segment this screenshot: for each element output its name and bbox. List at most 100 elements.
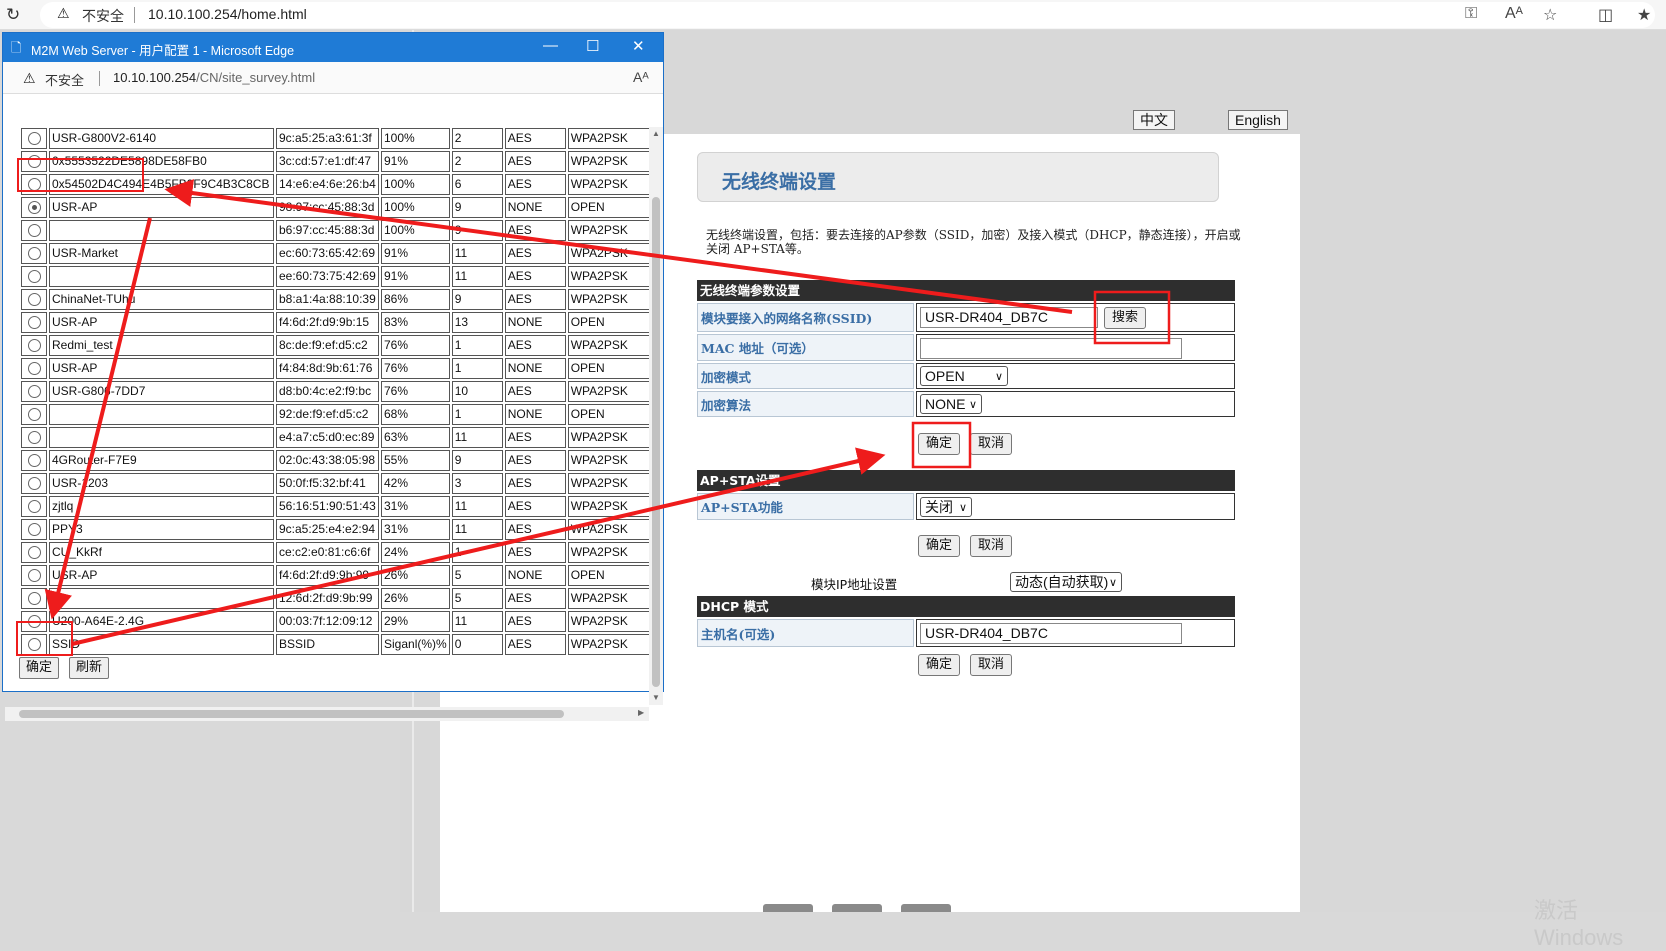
read-aloud-icon[interactable]: Aᴬ — [1505, 5, 1523, 23]
collections-icon[interactable]: ★ — [1637, 5, 1651, 25]
popup-confirm-button[interactable]: 确定 — [19, 657, 60, 679]
ip-mode-select[interactable]: 动态(自动获取) ∨ — [1010, 572, 1122, 592]
network-radio[interactable] — [27, 385, 41, 399]
network-row[interactable]: Redmi_test 8c:de:f9:ef:d5:c2 76% 1 AES WPA2PS… — [21, 335, 660, 356]
minimize-icon[interactable]: — — [543, 37, 558, 54]
network-bssid: f4:84:8d:9b:61:76 — [276, 358, 379, 379]
network-row[interactable]: USR-G806-7DD7 d8:b0:4c:e2:f9:bc 76% 10 AES WP… — [21, 381, 660, 402]
lang-chinese-button[interactable]: 中文 — [1133, 110, 1175, 130]
network-radio[interactable] — [27, 592, 41, 606]
network-row[interactable]: USR-Market ec:60:73:65:42:69 91% 11 AES WPA2P… — [21, 243, 660, 264]
network-radio[interactable] — [27, 201, 41, 215]
scroll-up-icon[interactable]: ▲ — [652, 129, 660, 138]
network-auth: WPA2PSK — [567, 473, 653, 494]
mac-input[interactable] — [920, 338, 1182, 359]
scroll-down-icon[interactable]: ▼ — [652, 693, 660, 702]
network-radio[interactable] — [27, 224, 41, 238]
network-radio[interactable] — [27, 270, 41, 284]
horizontal-scrollbar[interactable]: ▶ — [5, 707, 649, 721]
network-radio[interactable] — [27, 247, 41, 261]
network-radio[interactable] — [27, 178, 41, 192]
network-auth: WPA2PSK — [567, 128, 653, 149]
network-radio[interactable] — [27, 638, 41, 652]
network-row[interactable]: USR-AP 98:97:cc:45:88:3d 100% 9 NONE OPEN — [21, 197, 660, 218]
network-radio[interactable] — [27, 339, 41, 353]
close-icon[interactable]: ✕ — [632, 37, 645, 55]
apsta-cancel-button[interactable]: 取消 — [970, 535, 1013, 557]
dhcp-cancel-button[interactable]: 取消 — [970, 654, 1013, 676]
bottom-nav-tab[interactable] — [901, 904, 951, 912]
network-row[interactable]: ChinaNet-TUhu b8:a1:4a:88:10:39 86% 9 AES WPA… — [21, 289, 660, 310]
network-row[interactable]: e4:a7:c5:d0:ec:89 63% 11 AES WPA2PSK — [21, 427, 660, 448]
network-radio[interactable] — [27, 293, 41, 307]
favorites-icon[interactable]: ☆ — [1543, 5, 1557, 25]
network-row[interactable]: USR-G800V2-6140 9c:a5:25:a3:61:3f 100% 2 AES… — [21, 128, 660, 149]
network-radio[interactable] — [27, 132, 41, 146]
network-row[interactable]: USR-1203 50:0f:f5:32:bf:41 42% 3 AES WPA2PSK — [21, 473, 660, 494]
network-row[interactable]: 0x54502D4C494E4B5FB9F9C4B3C8CB 14:e6:e4:6… — [21, 174, 660, 195]
network-row[interactable]: U200-A64E-2.4G 00:03:7f:12:09:12 29% 11 AES W… — [21, 611, 660, 632]
network-row[interactable]: b6:97:cc:45:88:3d 100% 9 AES WPA2PSK — [21, 220, 660, 241]
network-row[interactable]: 4GRouter-F7E9 02:0c:43:38:05:98 55% 9 AES WPA… — [21, 450, 660, 471]
apsta-select[interactable]: 关闭 ∨ — [920, 497, 972, 517]
network-radio[interactable] — [27, 431, 41, 445]
enc-algo-select[interactable]: NONE ∨ — [920, 394, 982, 414]
key-icon[interactable]: ⚿ — [1465, 5, 1477, 23]
network-row[interactable]: USR-AP f4:6d:2f:d9:9b:99 26% 5 NONE OPEN — [21, 565, 660, 586]
network-radio[interactable] — [27, 155, 41, 169]
apsta-ok-button[interactable]: 确定 — [918, 535, 961, 557]
vertical-scroll-thumb[interactable] — [652, 197, 660, 687]
network-row[interactable]: CU_KkRf ce:c2:e0:81:c6:6f 24% 1 AES WPA2PSK — [21, 542, 660, 563]
vertical-scrollbar[interactable]: ▲ ▼ — [649, 127, 663, 705]
enc-mode-select[interactable]: OPEN ∨ — [920, 366, 1008, 386]
main-url[interactable]: 10.10.100.254/home.html — [148, 6, 307, 22]
network-radio[interactable] — [27, 500, 41, 514]
hostname-input[interactable]: USR-DR404_DB7C — [920, 623, 1182, 644]
popup-address-bar[interactable]: ⚠ 不安全 10.10.100.254/CN/site_survey.html … — [3, 62, 663, 94]
sta-ok-button[interactable]: 确定 — [918, 433, 961, 455]
maximize-icon[interactable]: ☐ — [586, 37, 599, 55]
network-radio[interactable] — [27, 523, 41, 537]
sta-cancel-button[interactable]: 取消 — [970, 433, 1013, 455]
network-row[interactable]: SSID BSSID Siganl(%)% 0 AES WPA2PSK — [21, 634, 660, 655]
popup-title: M2M Web Server - 用户配置 1 - Microsoft Edge — [31, 44, 295, 58]
network-radio[interactable] — [27, 362, 41, 376]
network-channel: 10 — [451, 381, 503, 402]
network-row[interactable]: USR-AP f4:84:8d:9b:61:76 76% 1 NONE OPEN — [21, 358, 660, 379]
reload-icon[interactable]: ↻ — [6, 5, 20, 25]
network-channel: 9 — [451, 450, 503, 471]
network-auth: WPA2PSK — [567, 519, 653, 540]
network-radio[interactable] — [27, 454, 41, 468]
network-row[interactable]: ee:60:73:75:42:69 91% 11 AES WPA2PSK — [21, 266, 660, 287]
network-row[interactable]: 92:de:f9:ef:d5:c2 68% 1 NONE OPEN — [21, 404, 660, 425]
popup-titlebar[interactable]: 🗋 M2M Web Server - 用户配置 1 - Microsoft Ed… — [3, 33, 663, 62]
bottom-nav-tab[interactable] — [763, 904, 813, 912]
split-screen-icon[interactable]: ◫ — [1598, 5, 1613, 25]
network-radio[interactable] — [27, 569, 41, 583]
network-radio[interactable] — [27, 477, 41, 491]
network-row[interactable]: 12:6d:2f:d9:9b:99 26% 5 AES WPA2PSK — [21, 588, 660, 609]
network-cipher: NONE — [504, 312, 566, 333]
network-radio[interactable] — [27, 408, 41, 422]
read-aloud-icon[interactable]: Aᴬ — [633, 69, 649, 85]
dhcp-ok-button[interactable]: 确定 — [918, 654, 961, 676]
network-radio[interactable] — [27, 546, 41, 560]
main-address-bar[interactable]: ⚠ 不安全 10.10.100.254/home.html ⚿ Aᴬ ☆ ◫ ★ — [40, 2, 1655, 28]
network-radio[interactable] — [27, 316, 41, 330]
network-row[interactable]: USR-AP f4:6d:2f:d9:9b:15 83% 13 NONE OPEN — [21, 312, 660, 333]
lang-english-button[interactable]: English — [1228, 110, 1288, 130]
bottom-nav-tab[interactable] — [832, 904, 882, 912]
network-select-cell — [21, 266, 47, 287]
network-row[interactable]: PPY3 9c:a5:25:e4:e2:94 31% 11 AES WPA2PSK — [21, 519, 660, 540]
network-row[interactable]: 0x5553522DE5898DE58FB0 3c:cd:57:e1:df:47 9… — [21, 151, 660, 172]
network-radio[interactable] — [27, 615, 41, 629]
network-row[interactable]: zjtlq 56:16:51:90:51:43 31% 11 AES WPA2PSK — [21, 496, 660, 517]
horizontal-scroll-thumb[interactable] — [19, 710, 564, 718]
network-auth: WPA2PSK — [567, 542, 653, 563]
scroll-right-icon[interactable]: ▶ — [638, 708, 644, 717]
search-button[interactable]: 搜索 — [1104, 307, 1147, 329]
popup-refresh-button[interactable]: 刷新 — [69, 657, 110, 679]
ssid-cell: USR-DR404_DB7C 搜索 — [916, 303, 1235, 332]
ssid-input[interactable]: USR-DR404_DB7C — [920, 307, 1098, 328]
popup-url[interactable]: 10.10.100.254/CN/site_survey.html — [113, 70, 315, 85]
